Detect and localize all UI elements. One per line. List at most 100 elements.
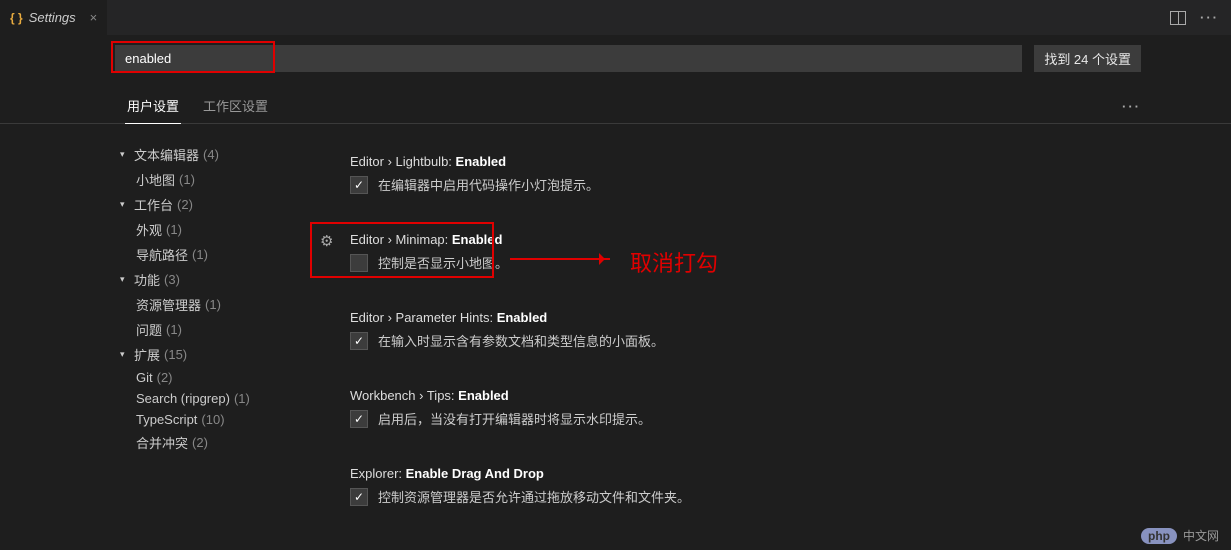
annotation-text: 取消打勾: [630, 246, 718, 278]
tab-workspace-settings[interactable]: 工作区设置: [191, 90, 280, 123]
tree-count: (1): [179, 172, 195, 187]
tree-count: (2): [192, 435, 208, 450]
setting-checkbox[interactable]: [350, 410, 368, 428]
setting-scope2: Tips:: [427, 388, 458, 403]
setting-scope: Explorer:: [350, 466, 406, 481]
chevron-icon: ▾: [120, 149, 130, 160]
php-badge: php: [1141, 528, 1177, 544]
setting-checkbox[interactable]: [350, 488, 368, 506]
setting-description: 控制资源管理器是否允许通过拖放移动文件和文件夹。: [378, 487, 690, 506]
chevron-icon: ▾: [120, 199, 130, 210]
tree-item-breadcrumbs[interactable]: 导航路径 (1): [120, 242, 310, 267]
setting-key: Enabled: [456, 154, 507, 169]
setting-checkbox[interactable]: [350, 176, 368, 194]
setting-description: 在输入时显示含有参数文档和类型信息的小面板。: [378, 331, 664, 350]
tree-item-merge-conflict[interactable]: 合并冲突 (2): [120, 430, 310, 455]
setting-body: 控制资源管理器是否允许通过拖放移动文件和文件夹。: [350, 487, 1131, 506]
chevron-icon: ▾: [120, 349, 130, 360]
settings-scope-tabs: 用户设置 工作区设置 ···: [0, 90, 1231, 124]
tab-title: Settings: [29, 10, 76, 25]
tree-label: 导航路径: [136, 245, 188, 264]
tree-label: TypeScript: [136, 412, 197, 427]
annotation-arrow: [510, 258, 610, 260]
tree-label: 功能: [134, 270, 160, 289]
setting-sep: ›: [384, 154, 396, 169]
tree-count: (1): [166, 322, 182, 337]
editor-tab-settings[interactable]: { } Settings ×: [0, 0, 107, 35]
setting-item: Editor › Parameter Hints: Enabled 在输入时显示含…: [350, 310, 1131, 350]
tree-label: 问题: [136, 320, 162, 339]
setting-header: Editor › Lightbulb: Enabled: [350, 154, 1131, 169]
tree-count: (3): [164, 272, 180, 287]
setting-scope: Editor: [350, 154, 384, 169]
setting-body: 在编辑器中启用代码操作小灯泡提示。: [350, 175, 1131, 194]
search-input-wrap: [115, 45, 1022, 72]
setting-scope2: Minimap:: [396, 232, 452, 247]
tree-label: 合并冲突: [136, 433, 188, 452]
close-icon[interactable]: ×: [90, 10, 98, 25]
setting-sep: ›: [416, 388, 427, 403]
setting-item: ⚙取消打勾Editor › Minimap: Enabled控制是否显示小地图。: [350, 232, 1131, 272]
tree-item-problems[interactable]: 问题 (1): [120, 317, 310, 342]
split-editor-icon[interactable]: [1170, 11, 1186, 25]
settings-tree: ▾ 文本编辑器 (4) 小地图 (1) ▾ 工作台 (2) 外观 (1) 导航路…: [0, 134, 310, 549]
setting-item: Workbench › Tips: Enabled 启用后，当没有打开编辑器时将显…: [350, 388, 1131, 428]
tree-item-typescript[interactable]: TypeScript (10): [120, 409, 310, 430]
tree-item-explorer[interactable]: 资源管理器 (1): [120, 292, 310, 317]
setting-scope: Workbench: [350, 388, 416, 403]
search-result-count: 找到 24 个设置: [1034, 45, 1141, 72]
setting-header: Editor › Minimap: Enabled: [350, 232, 1131, 247]
tree-item-search-ripgrep[interactable]: Search (ripgrep) (1): [120, 388, 310, 409]
tab-bar-left: { } Settings ×: [0, 0, 107, 35]
tree-item-features[interactable]: ▾ 功能 (3): [120, 267, 310, 292]
tree-item-text-editor[interactable]: ▾ 文本编辑器 (4): [120, 142, 310, 167]
tab-user-settings[interactable]: 用户设置: [115, 90, 191, 123]
setting-body: 启用后，当没有打开编辑器时将显示水印提示。: [350, 409, 1131, 428]
setting-checkbox[interactable]: [350, 254, 368, 272]
gear-icon[interactable]: ⚙: [320, 232, 333, 250]
tree-item-git[interactable]: Git (2): [120, 367, 310, 388]
setting-scope2: Parameter Hints:: [396, 310, 497, 325]
tree-count: (1): [234, 391, 250, 406]
tree-count: (2): [157, 370, 173, 385]
json-icon: { }: [10, 11, 23, 25]
tree-count: (15): [164, 347, 187, 362]
chevron-icon: ▾: [120, 274, 130, 285]
setting-header: Workbench › Tips: Enabled: [350, 388, 1131, 403]
tree-item-workbench[interactable]: ▾ 工作台 (2): [120, 192, 310, 217]
setting-item: Editor › Lightbulb: Enabled 在编辑器中启用代码操作小灯…: [350, 154, 1131, 194]
more-actions-icon[interactable]: ···: [1200, 10, 1219, 25]
setting-description: 在编辑器中启用代码操作小灯泡提示。: [378, 175, 599, 194]
setting-header: Explorer: Enable Drag And Drop: [350, 466, 1131, 481]
tab-bar-actions: ···: [1170, 10, 1231, 25]
watermark: php 中文网: [1141, 527, 1219, 544]
tree-label: 文本编辑器: [134, 145, 199, 164]
tree-count: (1): [166, 222, 182, 237]
tree-label: 工作台: [134, 195, 173, 214]
setting-header: Editor › Parameter Hints: Enabled: [350, 310, 1131, 325]
setting-key: Enabled: [458, 388, 509, 403]
more-actions-icon[interactable]: ···: [1122, 99, 1141, 114]
tree-count: (1): [192, 247, 208, 262]
settings-content: 找到 24 个设置 用户设置 工作区设置 ··· ▾ 文本编辑器 (4) 小地图…: [0, 35, 1231, 549]
tree-label: Git: [136, 370, 153, 385]
setting-key: Enable Drag And Drop: [406, 466, 544, 481]
setting-scope: Editor: [350, 310, 384, 325]
setting-description: 启用后，当没有打开编辑器时将显示水印提示。: [378, 409, 651, 428]
settings-list: Editor › Lightbulb: Enabled 在编辑器中启用代码操作小灯…: [310, 134, 1231, 549]
watermark-text: 中文网: [1183, 527, 1219, 544]
tree-item-extensions[interactable]: ▾ 扩展 (15): [120, 342, 310, 367]
settings-search-input[interactable]: [115, 45, 1022, 72]
setting-scope: Editor: [350, 232, 384, 247]
tree-item-minimap[interactable]: 小地图 (1): [120, 167, 310, 192]
tree-item-appearance[interactable]: 外观 (1): [120, 217, 310, 242]
setting-body: 控制是否显示小地图。: [350, 253, 1131, 272]
settings-search-row: 找到 24 个设置: [115, 45, 1141, 72]
tree-label: 扩展: [134, 345, 160, 364]
setting-checkbox[interactable]: [350, 332, 368, 350]
tree-count: (1): [205, 297, 221, 312]
setting-sep: ›: [384, 310, 396, 325]
settings-tab-actions: ···: [1122, 99, 1141, 114]
setting-key: Enabled: [452, 232, 503, 247]
setting-item: Explorer: Enable Drag And Drop 控制资源管理器是否允…: [350, 466, 1131, 506]
